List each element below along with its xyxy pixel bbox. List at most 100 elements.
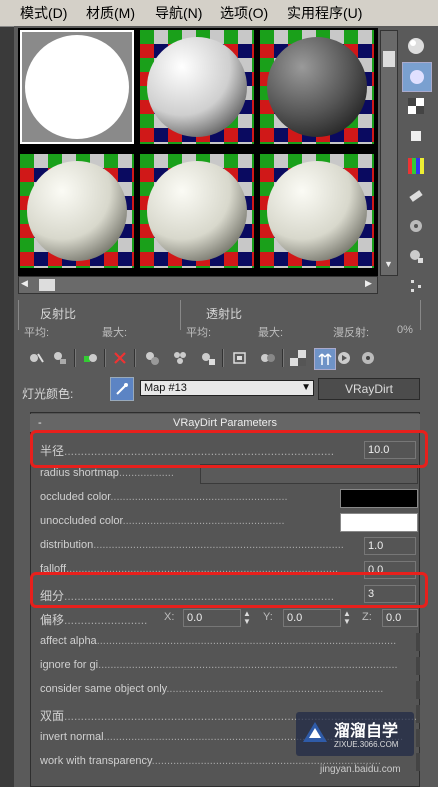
make-preview-button[interactable] (402, 182, 430, 210)
material-id-channel-button[interactable] (198, 348, 218, 368)
video-color-check-button[interactable] (402, 152, 430, 180)
spinner-arrows-icon[interactable]: ▲ ▼ (343, 610, 351, 626)
backlight-icon (410, 70, 424, 84)
make-unique-button[interactable] (142, 348, 162, 368)
checkbox-area[interactable] (416, 705, 420, 723)
unoccluded-color-label: unoccluded color........................… (40, 515, 285, 527)
menu-options[interactable]: 选项(O) (220, 3, 268, 23)
sample-sphere-icon (20, 30, 134, 144)
divider (420, 300, 421, 330)
sample-sphere-icon (140, 30, 254, 144)
sample-slot[interactable] (260, 30, 374, 144)
checkbox-area[interactable] (416, 729, 420, 747)
scroll-right-icon[interactable]: ▶ (365, 278, 372, 289)
navigator-icon (411, 280, 421, 292)
occluded-color-swatch[interactable] (340, 489, 418, 508)
options-icon (410, 220, 422, 232)
watermark-brand: 溜溜自学 (334, 723, 399, 740)
slots-vertical-scrollbar[interactable]: ▼ (380, 30, 398, 276)
unoccluded-color-swatch[interactable] (340, 513, 418, 532)
offset-z-label: Z: (362, 611, 372, 623)
sample-type-sphere-button[interactable] (402, 32, 430, 60)
spinner-arrows-icon[interactable]: ▲ ▼ (243, 610, 251, 626)
material-toolbar (18, 345, 418, 371)
scroll-down-icon[interactable]: ▼ (384, 259, 393, 269)
subdivs-highlight (30, 572, 428, 608)
offset-y-spinner[interactable]: 0.0 (283, 609, 341, 627)
put-material-button[interactable] (50, 348, 70, 368)
get-material-button[interactable] (26, 348, 46, 368)
divider (18, 300, 19, 330)
uv-tiling-button[interactable] (402, 122, 430, 150)
checkbox-area[interactable] (416, 633, 420, 651)
map-name: Map #13 (144, 382, 187, 394)
distribution-spinner[interactable]: 1.0 (364, 537, 416, 555)
pick-material-icon (362, 352, 374, 364)
sample-slot[interactable] (140, 30, 254, 144)
watermark-logo: 溜溜自学 ZIXUE.3066.COM (296, 712, 414, 756)
pick-material-button[interactable] (358, 348, 378, 368)
show-map-in-viewport-button[interactable] (230, 348, 250, 368)
material-map-navigator-button[interactable] (402, 272, 430, 300)
put-to-library-button[interactable] (170, 348, 190, 368)
select-by-material-button[interactable] (402, 242, 430, 270)
checkbox-area[interactable] (416, 657, 420, 675)
diffuse-value: 0% (397, 324, 413, 336)
sample-slot[interactable] (140, 154, 254, 268)
make-unique-icon (146, 352, 159, 365)
reflect-label: 反射比 (40, 307, 77, 321)
offset-label: 偏移......................... (40, 613, 148, 627)
sphere-icon (408, 38, 424, 54)
distribution-label: distribution............................… (40, 539, 344, 551)
assign-icon (84, 354, 97, 362)
go-forward-to-sibling-button[interactable] (334, 348, 354, 368)
watermark-source: jingyan.baidu.com (320, 764, 401, 775)
go-to-parent-icon (318, 353, 332, 365)
menu-mode[interactable]: 模式(D) (20, 3, 67, 23)
sample-slot[interactable] (20, 154, 134, 268)
material-id-icon (202, 353, 215, 365)
go-to-parent-button[interactable] (314, 348, 336, 370)
menu-material[interactable]: 材质(M) (86, 3, 135, 23)
avg-label: 平均: (186, 327, 212, 339)
checkbox-area[interactable] (416, 681, 420, 699)
close-icon (114, 352, 126, 364)
menu-utilities[interactable]: 实用程序(U) (287, 3, 362, 23)
backlight-button[interactable] (402, 62, 432, 92)
ignore-for-gi-label: ignore for gi...........................… (40, 659, 398, 671)
transmit-label: 透射比 (206, 307, 243, 321)
background-toggle-button[interactable] (288, 348, 308, 368)
avg-label: 平均: (24, 327, 50, 339)
watermark-logo-icon (303, 722, 327, 742)
sample-slot[interactable] (20, 30, 134, 144)
offset-z-spinner[interactable]: 0.0 (382, 609, 418, 627)
chevron-down-icon: ▼ (301, 382, 311, 393)
options-button[interactable] (402, 212, 430, 240)
slots-horizontal-scrollbar[interactable]: ◀ ▶ (18, 276, 378, 294)
color-bars-icon (408, 158, 424, 174)
menu-bar: 模式(D) 材质(M) 导航(N) 选项(O) 实用程序(U) (0, 0, 438, 27)
sample-slot-grid (18, 28, 378, 276)
assign-material-button[interactable] (80, 348, 100, 368)
sample-slot[interactable] (260, 154, 374, 268)
checkbox-area[interactable] (416, 753, 420, 771)
map-type-button[interactable]: VRayDirt (318, 378, 420, 400)
put-material-icon (54, 352, 66, 364)
affect-alpha-label: affect alpha............................… (40, 635, 397, 647)
reset-map-button[interactable] (110, 348, 130, 368)
eyedropper-button[interactable] (110, 377, 134, 401)
menu-navigation[interactable]: 导航(N) (155, 3, 202, 23)
background-button[interactable] (402, 92, 430, 120)
show-map-icon (233, 352, 246, 364)
light-color-label: 灯光颜色: (22, 387, 74, 401)
offset-x-spinner[interactable]: 0.0 (183, 609, 241, 627)
scroll-thumb[interactable] (39, 279, 55, 291)
sibling-icon (338, 352, 350, 364)
diffuse-label: 漫反射: (333, 327, 370, 339)
scroll-thumb[interactable] (383, 51, 395, 67)
watermark-site: ZIXUE.3066.COM (334, 740, 399, 749)
scroll-left-icon[interactable]: ◀ (21, 278, 28, 289)
map-name-dropdown[interactable]: Map #13 ▼ (140, 380, 314, 396)
radius-highlight (30, 430, 428, 468)
show-end-result-button[interactable] (258, 348, 278, 368)
